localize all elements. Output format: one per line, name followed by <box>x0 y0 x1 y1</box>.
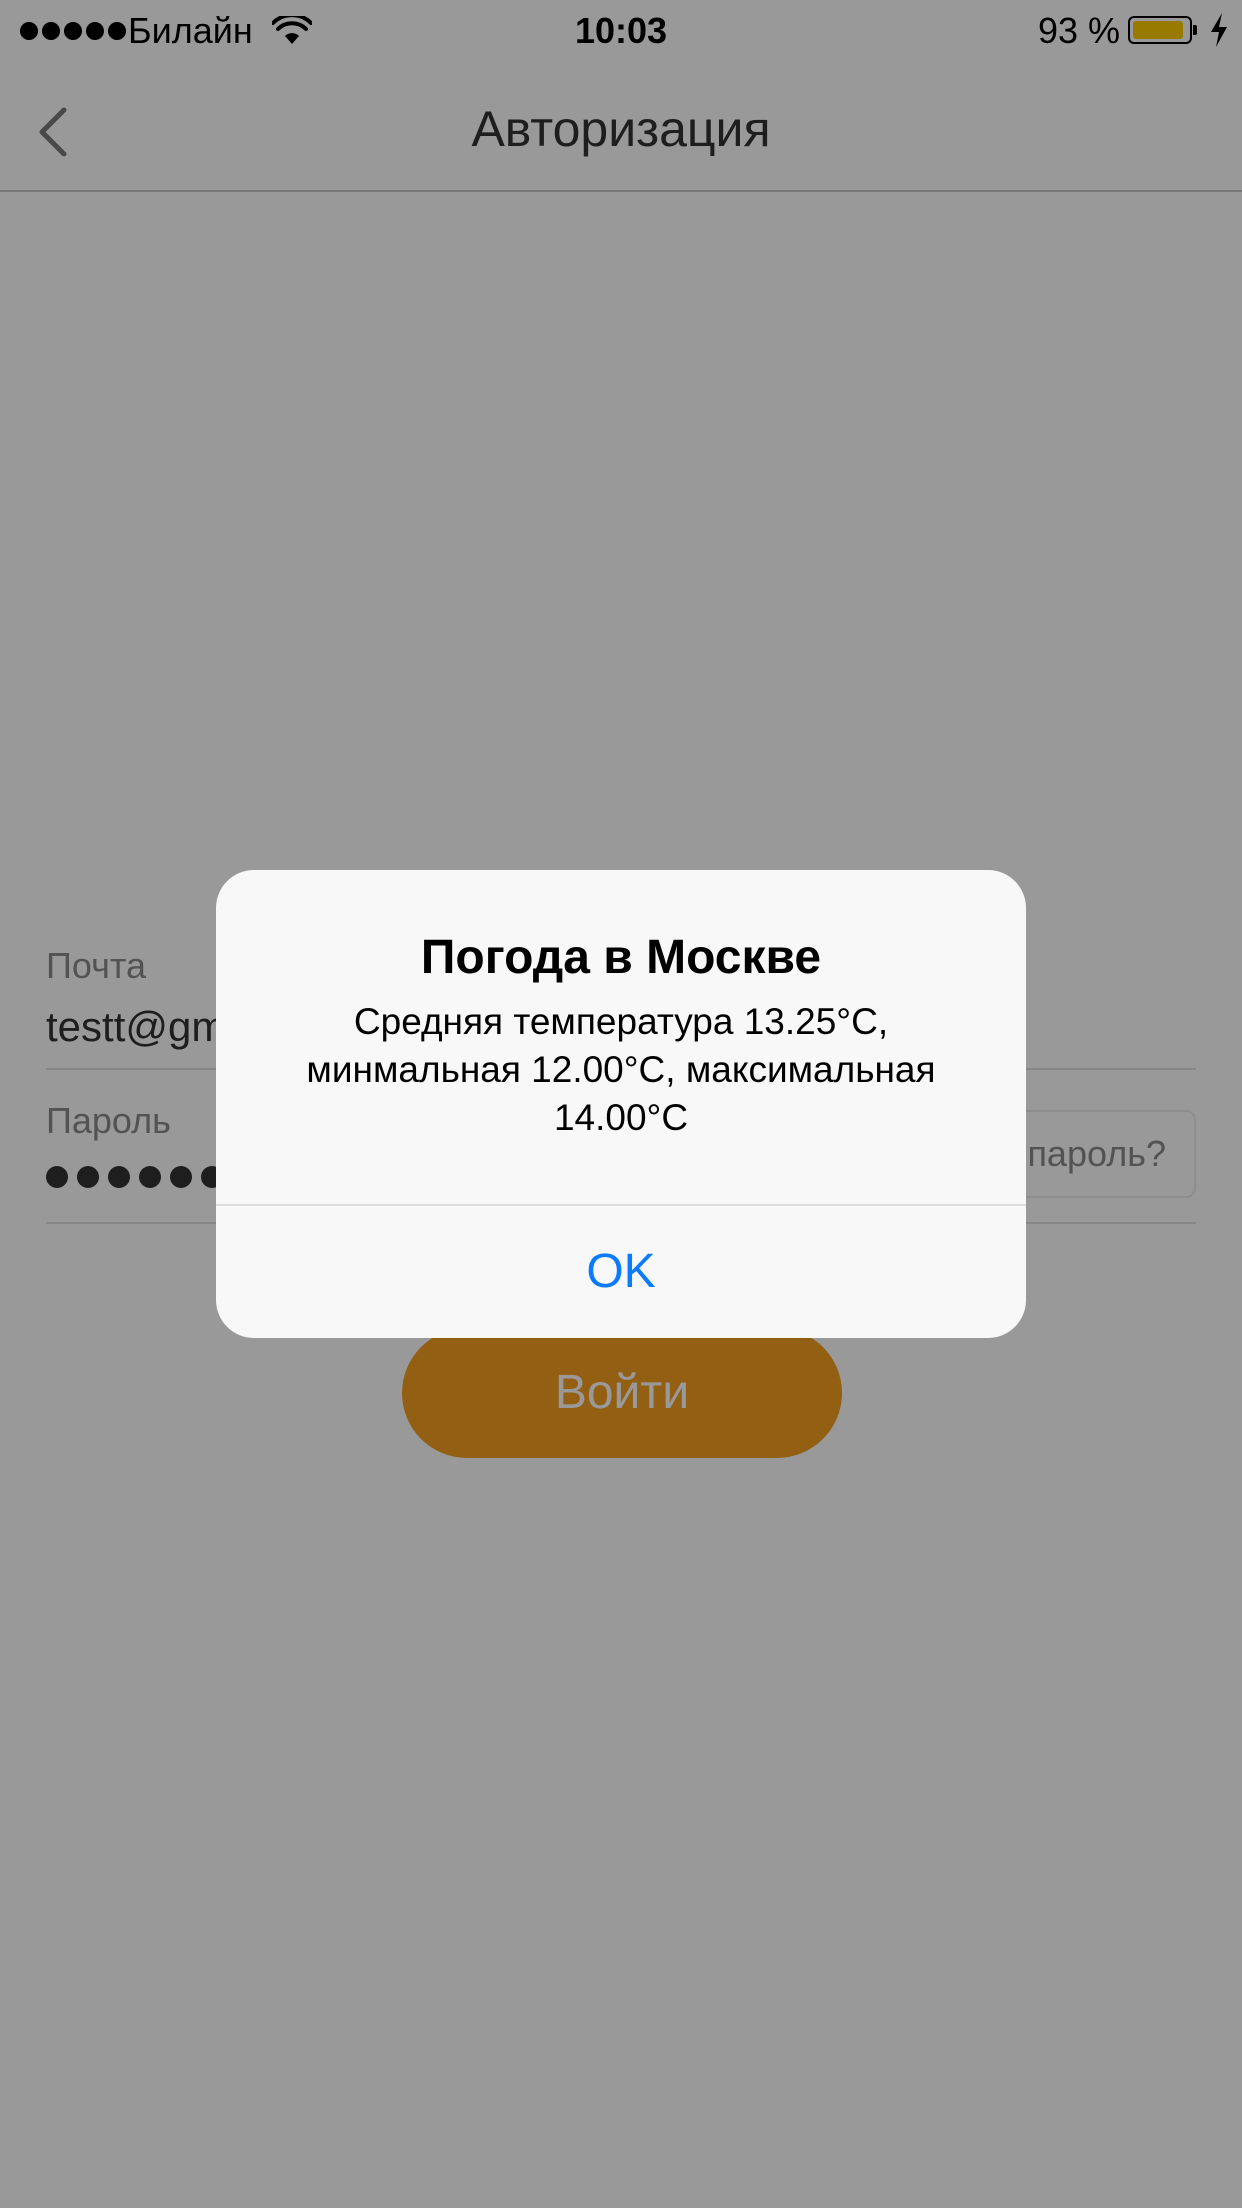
alert-ok-button[interactable]: OK <box>216 1206 1026 1338</box>
alert-message: Средняя температура 13.25°C, минмальная … <box>306 1001 936 1138</box>
alert-title: Погода в Москве <box>420 931 822 984</box>
weather-alert-dialog: Погода в Москве Средняя температура 13.2… <box>216 870 1026 1338</box>
